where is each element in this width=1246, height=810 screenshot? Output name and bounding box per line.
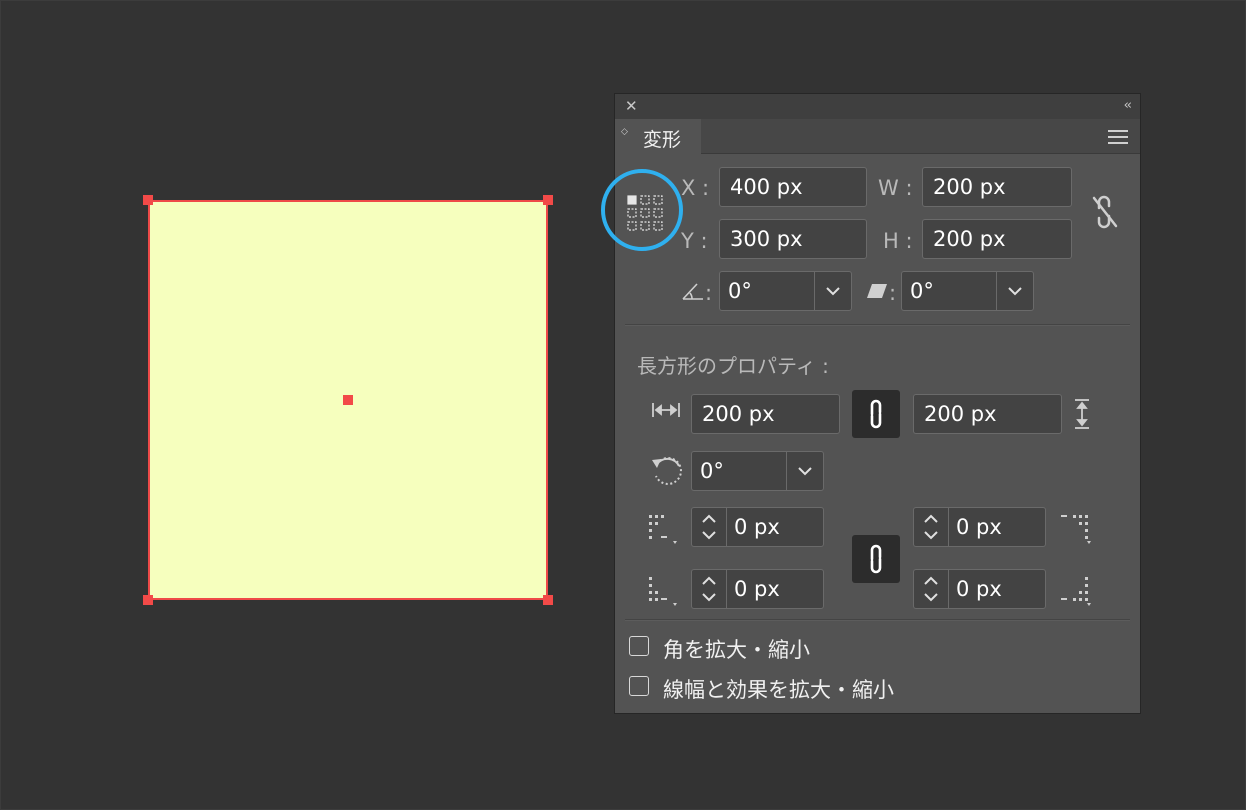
selection-handle-top-right[interactable] (543, 195, 553, 205)
transform-panel: ✕ ‹‹ ◇ 変形 X : 400 px W: 200 px Y: 300 … (614, 93, 1141, 714)
shear-angle-dropdown[interactable]: 0° (901, 271, 1034, 311)
panel-tab-bar: ◇ 変形 (615, 119, 1140, 154)
corner-bottom-left-icon[interactable] (647, 574, 681, 608)
panel-title-bar[interactable]: ✕ ‹‹ (615, 94, 1140, 119)
rect-rotation-dropdown[interactable]: 0° (691, 451, 824, 491)
panel-menu-icon[interactable] (1108, 130, 1128, 148)
tab-expand-icon[interactable]: ◇ (621, 128, 628, 137)
constrain-proportions-unlinked-icon[interactable] (1090, 194, 1120, 230)
corner-bottom-left-stepper[interactable]: 0 px (691, 569, 824, 609)
stepper-arrows-icon[interactable] (914, 508, 949, 546)
shear-angle-value: 0° (910, 279, 934, 303)
corner-top-left-icon[interactable] (647, 512, 681, 546)
h-input[interactable]: 200 px (922, 219, 1072, 259)
x-input[interactable]: 400 px (719, 167, 867, 207)
section-divider (625, 619, 1130, 621)
rotate-angle-value: 0° (728, 279, 752, 303)
highlight-ring (601, 169, 683, 251)
corner-bottom-left-value: 0 px (734, 577, 780, 601)
rotate-angle-icon (682, 283, 703, 300)
width-icon (652, 403, 680, 417)
stepper-arrows-icon[interactable] (692, 508, 727, 546)
stepper-arrows-icon[interactable] (914, 570, 949, 608)
rect-height-input[interactable]: 200 px (913, 394, 1062, 434)
rect-size-link-button[interactable] (852, 390, 900, 438)
h-label: H : (883, 229, 913, 253)
selection-handle-bottom-left[interactable] (143, 595, 153, 605)
shear-icon (867, 284, 887, 298)
stepper-arrows-icon[interactable] (692, 570, 727, 608)
corner-bottom-right-icon[interactable] (1059, 574, 1093, 608)
chevron-down-icon[interactable] (786, 452, 823, 490)
link-icon (870, 544, 882, 574)
scale-strokes-checkbox[interactable] (629, 676, 649, 696)
y-label: Y : (681, 229, 708, 253)
corner-link-button[interactable] (852, 535, 900, 583)
tab-transform[interactable]: ◇ 変形 (615, 119, 701, 154)
scale-strokes-label: 線幅と効果を拡大・縮小 (663, 678, 894, 702)
tab-label: 変形 (643, 129, 682, 151)
corner-top-left-stepper[interactable]: 0 px (691, 507, 824, 547)
shear-label: : (889, 281, 897, 305)
rect-properties-heading: 長方形のプロパティ : (637, 354, 829, 378)
w-label: W : (878, 176, 913, 200)
close-icon[interactable]: ✕ (625, 99, 638, 114)
rect-rotation-value: 0° (700, 459, 724, 483)
x-label: X : (681, 176, 710, 200)
corner-top-left-value: 0 px (734, 515, 780, 539)
chevron-down-icon[interactable] (996, 272, 1033, 310)
corner-bottom-right-value: 0 px (956, 577, 1002, 601)
corner-top-right-stepper[interactable]: 0 px (913, 507, 1046, 547)
rect-width-input[interactable]: 200 px (691, 394, 840, 434)
chevron-down-icon[interactable] (814, 272, 851, 310)
rotate-label: : (705, 281, 713, 305)
scale-corners-checkbox[interactable] (629, 636, 649, 656)
w-input[interactable]: 200 px (922, 167, 1072, 207)
selection-handle-bottom-right[interactable] (543, 595, 553, 605)
corner-top-right-icon[interactable] (1059, 512, 1093, 546)
rotate-angle-dropdown[interactable]: 0° (719, 271, 852, 311)
center-point (343, 395, 353, 405)
height-icon (1075, 399, 1089, 429)
corner-bottom-right-stepper[interactable]: 0 px (913, 569, 1046, 609)
y-input[interactable]: 300 px (719, 219, 867, 259)
selection-handle-top-left[interactable] (143, 195, 153, 205)
section-divider (625, 324, 1130, 326)
artboard-canvas[interactable]: ✕ ‹‹ ◇ 変形 X : 400 px W: 200 px Y: 300 … (0, 0, 1246, 810)
corner-top-right-value: 0 px (956, 515, 1002, 539)
collapse-icon[interactable]: ‹‹ (1124, 99, 1133, 113)
rect-rotation-icon (652, 457, 682, 485)
link-icon (870, 399, 882, 429)
scale-corners-label: 角を拡大・縮小 (663, 638, 810, 662)
